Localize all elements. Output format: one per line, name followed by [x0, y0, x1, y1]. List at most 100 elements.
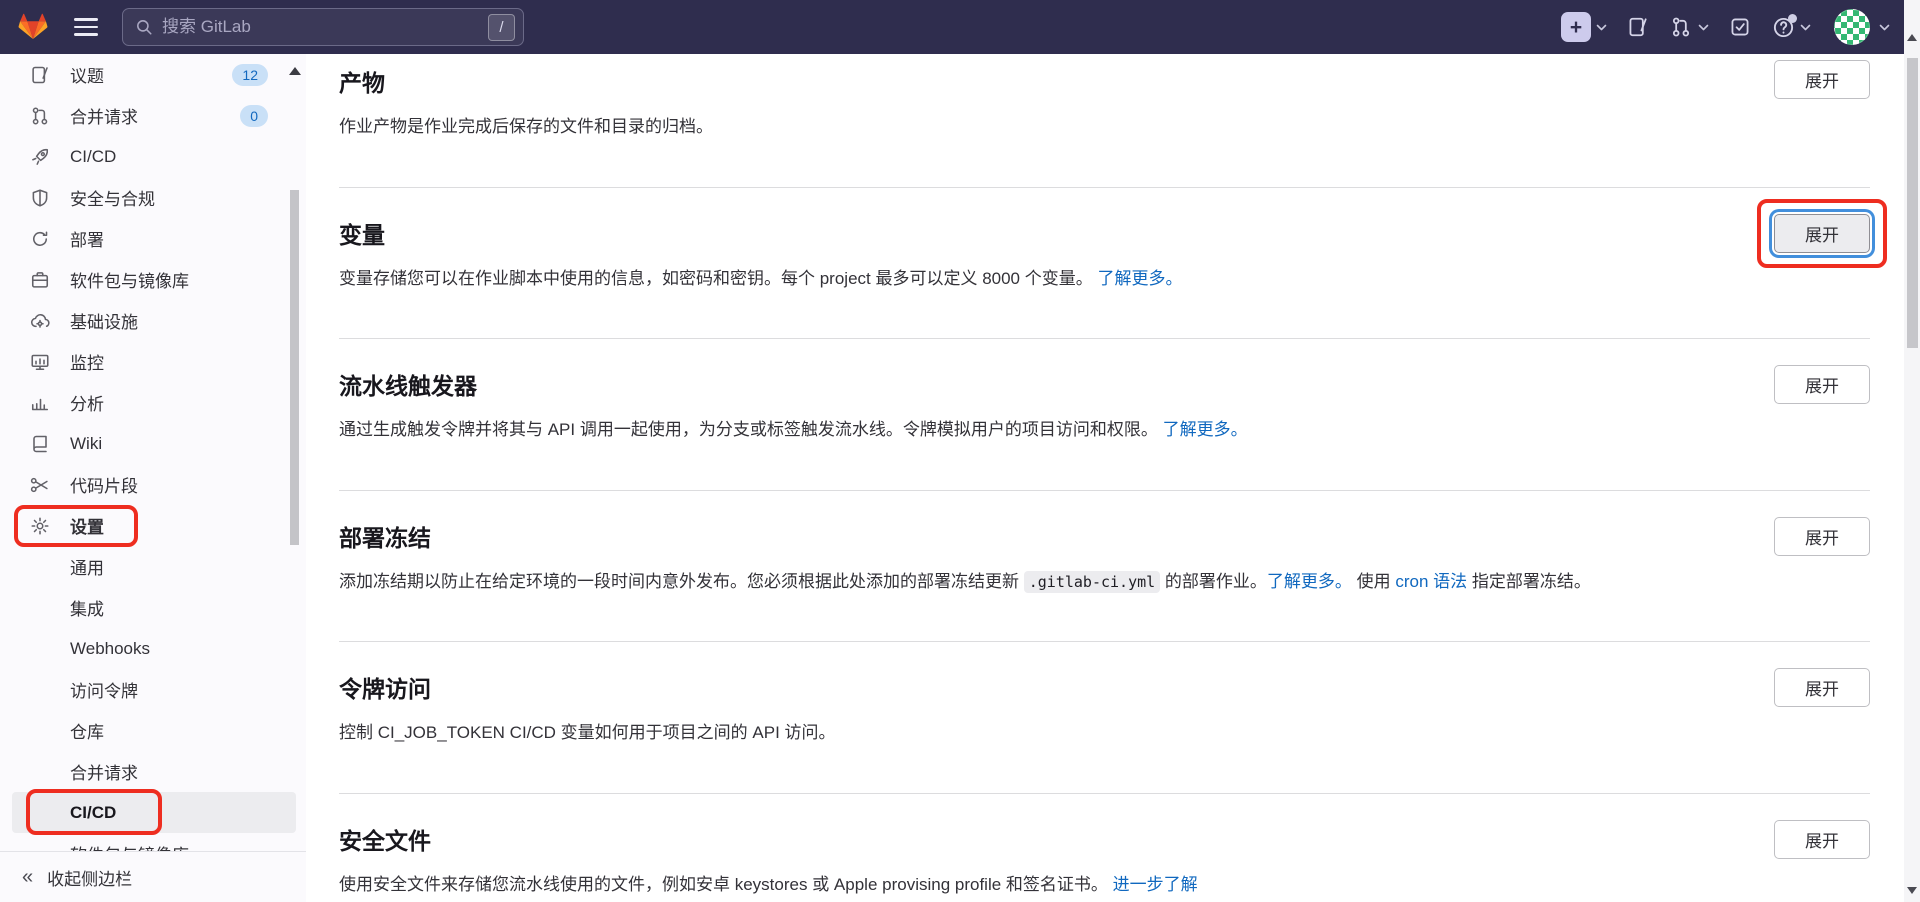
section-secure-files: 安全文件 使用安全文件来存储您流水线使用的文件，例如安卓 keystores 或… [339, 794, 1870, 902]
sidebar-item-label: 软件包与镜像库 [70, 267, 189, 292]
todo-list-icon[interactable] [1728, 15, 1752, 39]
section-description: 添加冻结期以防止在给定环境的一段时间内意外发布。您必须根据此处添加的部署冻结更新 [339, 572, 1024, 591]
sidebar-item-monitor[interactable]: 监控 [0, 341, 306, 382]
page-scrollbar[interactable] [1904, 0, 1920, 902]
section-description: 变量存储您可以在作业脚本中使用的信息，如密码和密钥。每个 project 最多可… [339, 269, 1093, 288]
rocket-icon [30, 147, 50, 167]
section-title: 变量 [339, 216, 1870, 250]
settings-content: 产物 作业产物是作业完成后保存的文件和目录的归档。 展开 变量 变量存储您可以在… [306, 54, 1920, 902]
subitem-label: CI/CD [70, 803, 116, 823]
search-input[interactable] [162, 17, 479, 37]
sidebar-item-security[interactable]: 安全与合规 [0, 177, 306, 218]
expand-pipeline-triggers-button[interactable]: 展开 [1774, 365, 1870, 404]
sidebar-item-wiki[interactable]: Wiki [0, 423, 306, 464]
deploy-icon [30, 229, 50, 249]
chevron-down-icon[interactable] [1698, 24, 1709, 31]
settings-subitem-merge-requests[interactable]: 合并请求 [0, 751, 306, 792]
monitor-icon [30, 352, 50, 372]
expand-variables-button[interactable]: 展开 [1774, 214, 1870, 253]
collapse-sidebar-label: 收起侧边栏 [47, 865, 132, 890]
settings-subitem-cicd[interactable]: CI/CD [12, 792, 296, 833]
sidebar-item-label: 代码片段 [70, 472, 138, 497]
chevron-down-icon[interactable] [1879, 24, 1890, 31]
expand-deploy-freezes-button[interactable]: 展开 [1774, 517, 1870, 556]
settings-subitem-webhooks[interactable]: Webhooks [0, 628, 306, 669]
section-title: 产物 [339, 64, 1870, 98]
section-deploy-freezes: 部署冻结 添加冻结期以防止在给定环境的一段时间内意外发布。您必须根据此处添加的部… [339, 491, 1870, 643]
book-icon [30, 434, 50, 454]
learn-more-link[interactable]: 了解更多。 [1163, 420, 1248, 439]
learn-more-link[interactable]: 了解更多。 [1097, 269, 1182, 288]
sidebar-item-label: 合并请求 [70, 103, 138, 128]
sidebar-item-infrastructure[interactable]: 基础设施 [0, 300, 306, 341]
section-title: 流水线触发器 [339, 367, 1870, 401]
shield-icon [30, 188, 50, 208]
sidebar-item-issues[interactable]: 议题 12 [0, 54, 306, 95]
subitem-label: 访问令牌 [70, 677, 138, 702]
help-icon[interactable] [1771, 15, 1795, 39]
issues-icon [30, 65, 50, 85]
scroll-up-arrow[interactable] [1907, 34, 1917, 41]
search-icon [135, 18, 153, 36]
issues-shortcut-icon[interactable] [1626, 15, 1650, 39]
sidebar-item-label: 分析 [70, 390, 104, 415]
sidebar-item-label: CI/CD [70, 147, 116, 167]
gitlab-ci-yml-code: .gitlab-ci.yml [1024, 571, 1160, 593]
expand-token-access-button[interactable]: 展开 [1774, 668, 1870, 707]
settings-subitem-general[interactable]: 通用 [0, 546, 306, 587]
sidebar-item-label: 安全与合规 [70, 185, 155, 210]
new-item-button[interactable]: + [1561, 12, 1591, 42]
learn-more-link[interactable]: 了解更多。 [1267, 572, 1352, 591]
collapse-sidebar-button[interactable]: « 收起侧边栏 [0, 851, 306, 902]
hamburger-menu-icon[interactable] [74, 18, 98, 36]
sidebar-item-label: 议题 [70, 62, 104, 87]
user-avatar[interactable] [1834, 9, 1870, 45]
sidebar-item-settings[interactable]: 设置 [0, 505, 306, 546]
scroll-down-arrow[interactable] [1907, 887, 1917, 894]
global-search-box[interactable]: / [122, 8, 524, 46]
gitlab-logo-icon[interactable] [16, 11, 50, 43]
sidebar-item-snippets[interactable]: 代码片段 [0, 464, 306, 505]
sidebar-item-merge-requests[interactable]: 合并请求 0 [0, 95, 306, 136]
sidebar-item-analytics[interactable]: 分析 [0, 382, 306, 423]
merge-requests-shortcut-icon[interactable] [1669, 15, 1693, 39]
section-description: 指定部署冻结。 [1467, 572, 1591, 591]
sidebar-item-label: 部署 [70, 226, 104, 251]
chevron-down-icon[interactable] [1800, 24, 1811, 31]
sidebar-item-deployments[interactable]: 部署 [0, 218, 306, 259]
sidebar-item-cicd[interactable]: CI/CD [0, 136, 306, 177]
expand-secure-files-button[interactable]: 展开 [1774, 820, 1870, 859]
expand-artifacts-button[interactable]: 展开 [1774, 60, 1870, 99]
page-scrollbar-thumb[interactable] [1907, 58, 1918, 348]
subitem-label: 合并请求 [70, 759, 138, 784]
chart-icon [30, 393, 50, 413]
cron-syntax-link[interactable]: cron 语法 [1395, 572, 1467, 591]
settings-subitem-repository[interactable]: 仓库 [0, 710, 306, 751]
subitem-label: 集成 [70, 595, 104, 620]
sidebar-item-packages[interactable]: 软件包与镜像库 [0, 259, 306, 300]
section-title: 安全文件 [339, 822, 1870, 856]
subitem-label: 通用 [70, 554, 104, 579]
settings-subitem-integrations[interactable]: 集成 [0, 587, 306, 628]
sidebar-item-label: 基础设施 [70, 308, 138, 333]
project-sidebar: 议题 12 合并请求 0 CI/CD 安全与合规 [0, 54, 306, 902]
subitem-label: 仓库 [70, 718, 104, 743]
section-description: 通过生成触发令牌并将其与 API 调用一起使用，为分支或标签触发流水线。令牌模拟… [339, 420, 1158, 439]
scissors-icon [30, 475, 50, 495]
learn-more-link[interactable]: 进一步了解 [1113, 875, 1198, 894]
package-icon [30, 270, 50, 290]
settings-subitem-access-tokens[interactable]: 访问令牌 [0, 669, 306, 710]
section-description: 作业产物是作业完成后保存的文件和目录的归档。 [339, 117, 713, 136]
sidebar-item-label: 监控 [70, 349, 104, 374]
gitlab-app: / + [0, 0, 1920, 902]
section-description: 控制 CI_JOB_TOKEN CI/CD 变量如何用于项目之间的 API 访问… [339, 723, 836, 742]
topbar-actions: + [1551, 9, 1890, 45]
subitem-label: Webhooks [70, 639, 150, 659]
merge-requests-count-badge: 0 [240, 105, 268, 127]
sidebar-scroll-up-arrow[interactable] [289, 67, 301, 75]
sidebar-scrollbar-thumb[interactable] [290, 190, 299, 545]
chevron-down-icon[interactable] [1596, 24, 1607, 31]
gear-icon [30, 516, 50, 536]
sidebar-item-label: Wiki [70, 434, 102, 454]
section-title: 部署冻结 [339, 519, 1870, 553]
